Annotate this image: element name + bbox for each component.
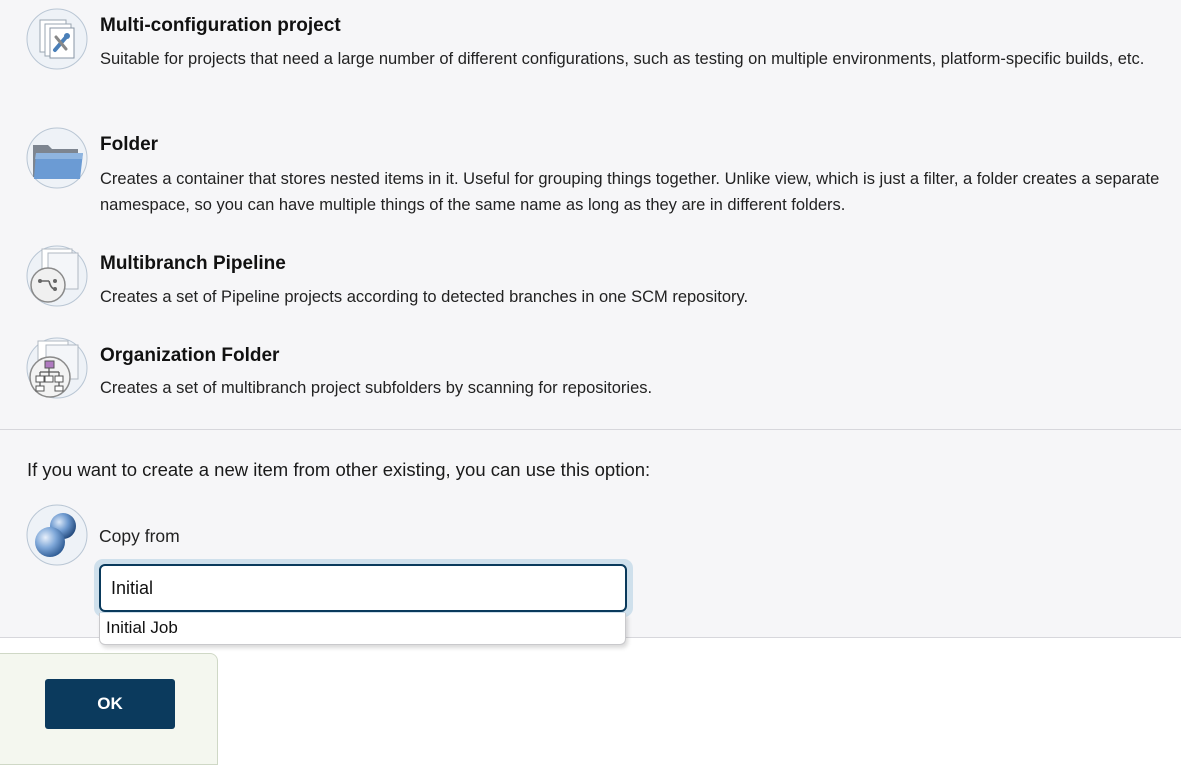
copy-from-input[interactable] bbox=[99, 564, 627, 612]
ok-button[interactable]: OK bbox=[45, 679, 175, 729]
multibranch-pipeline-icon bbox=[26, 245, 88, 307]
item-description: Creates a set of multibranch project sub… bbox=[100, 379, 653, 397]
autocomplete-option[interactable]: Initial Job bbox=[106, 618, 178, 638]
item-description: Creates a set of Pipeline projects accor… bbox=[100, 288, 749, 306]
organization-folder-icon bbox=[26, 337, 88, 399]
copy-from-label: Copy from bbox=[99, 526, 180, 546]
copy-spheres-icon bbox=[26, 504, 88, 566]
item-type-list: Multi-configuration project Suitable for… bbox=[0, 0, 1181, 430]
item-type-folder[interactable]: Folder Creates a container that stores n… bbox=[0, 127, 1181, 227]
multi-configuration-icon bbox=[26, 8, 88, 70]
autocomplete-dropdown: Initial Job bbox=[99, 613, 626, 645]
item-description: Suitable for projects that need a large … bbox=[100, 50, 1145, 68]
item-title: Multi-configuration project bbox=[100, 15, 341, 36]
item-type-multibranch-pipeline[interactable]: Multibranch Pipeline Creates a set of Pi… bbox=[0, 245, 1181, 315]
item-title: Folder bbox=[100, 134, 159, 155]
item-title: Organization Folder bbox=[100, 345, 280, 366]
item-type-organization-folder[interactable]: Organization Folder Creates a set of mul… bbox=[0, 337, 1181, 407]
folder-icon bbox=[26, 127, 88, 189]
item-title: Multibranch Pipeline bbox=[100, 253, 286, 274]
item-type-multi-configuration[interactable]: Multi-configuration project Suitable for… bbox=[0, 8, 1181, 108]
copy-intro-text: If you want to create a new item from ot… bbox=[27, 459, 651, 480]
item-description: Creates a container that stores nested i… bbox=[100, 170, 1160, 214]
